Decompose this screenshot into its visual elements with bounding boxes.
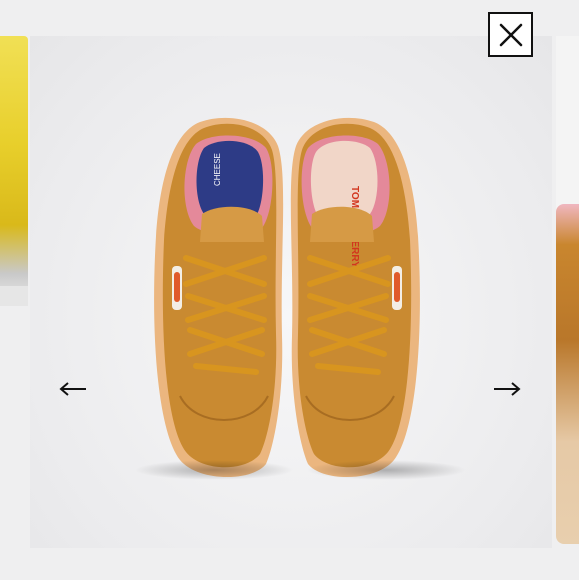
next-button[interactable] <box>490 374 524 404</box>
previous-image-thumbnail[interactable] <box>0 36 28 306</box>
left-shoe: CHEESE <box>154 117 284 478</box>
left-shoe-shadow <box>134 460 294 480</box>
product-image-stage: CHEESE <box>30 36 552 548</box>
image-viewer: CHEESE <box>0 0 579 580</box>
previous-button[interactable] <box>56 374 90 404</box>
right-shoe: TOM AND JERRY <box>290 117 420 478</box>
close-icon <box>499 23 522 46</box>
next-shoe-preview <box>556 204 579 544</box>
next-image-thumbnail[interactable] <box>556 36 579 544</box>
arrow-right-icon <box>494 382 521 396</box>
arrow-left-icon <box>59 382 86 396</box>
close-button[interactable] <box>488 12 533 57</box>
right-shoe-shadow <box>306 460 466 480</box>
left-tongue-text: CHEESE <box>213 153 222 186</box>
